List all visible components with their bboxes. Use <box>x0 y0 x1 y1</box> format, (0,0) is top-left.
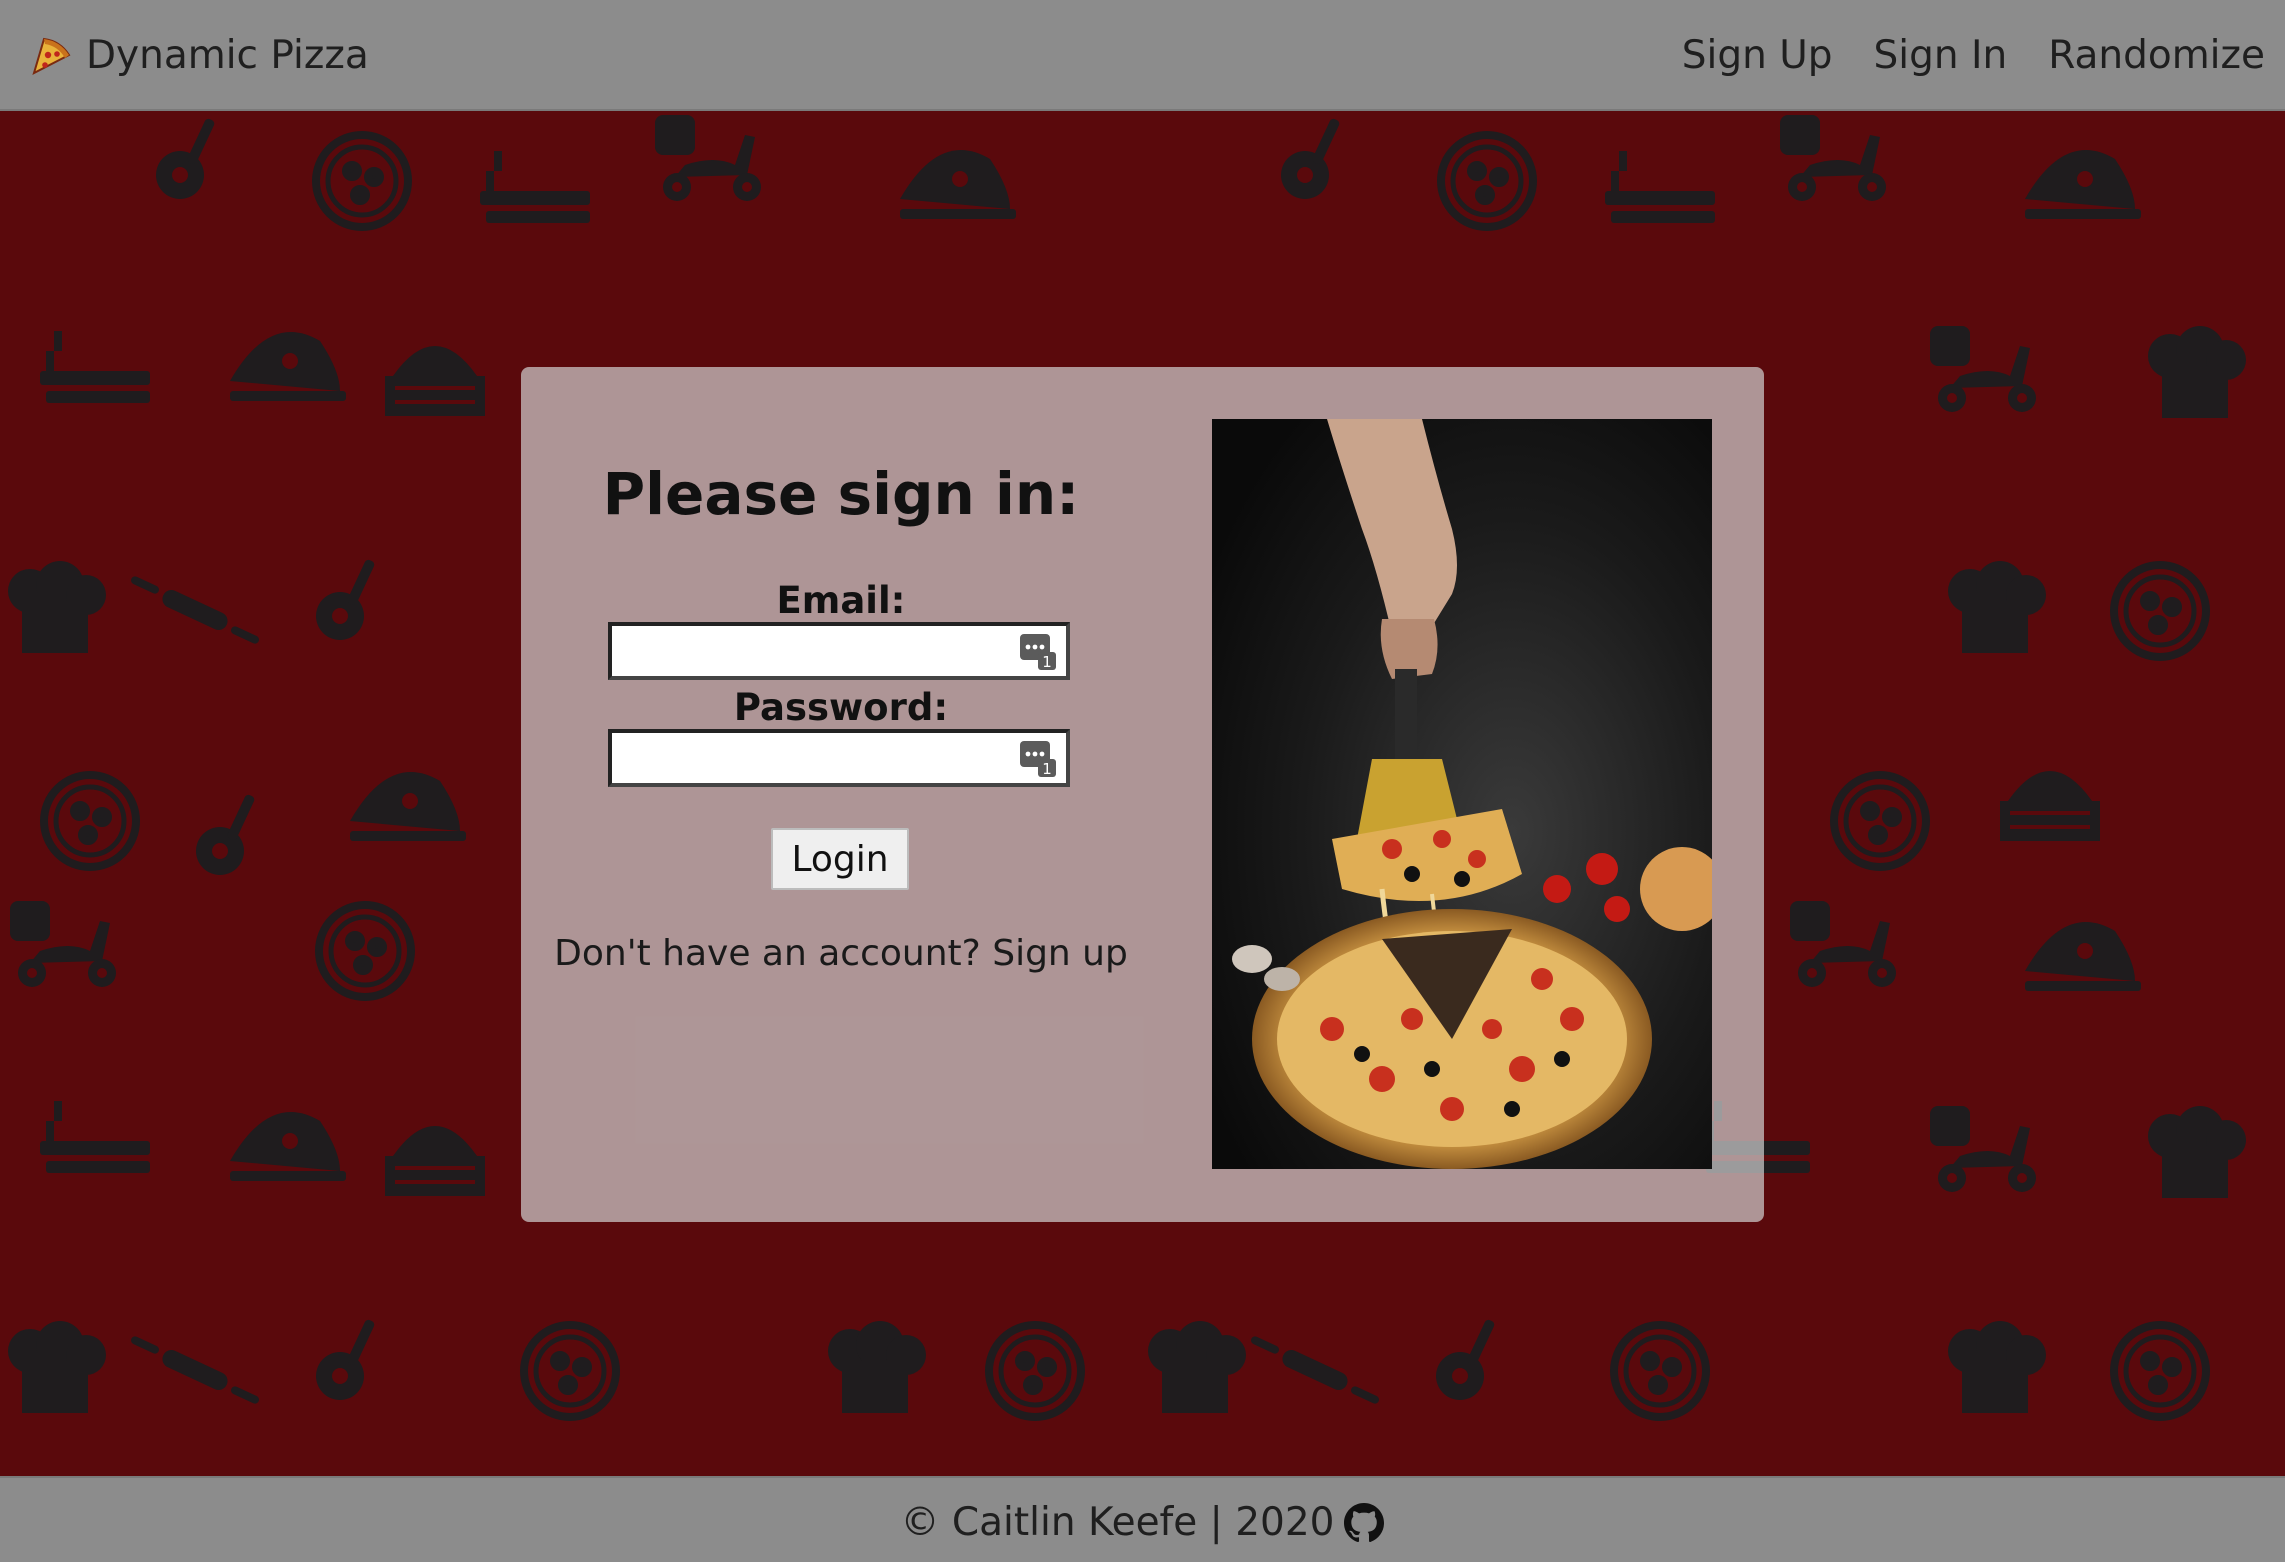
pizza-slice-icon <box>32 37 71 75</box>
navbar: Dynamic Pizza Sign Up Sign In Randomize <box>0 0 2285 111</box>
github-icon[interactable] <box>1344 1503 1385 1543</box>
password-manager-icon[interactable]: 1 <box>1018 632 1058 672</box>
email-label: Email: <box>776 579 906 622</box>
signup-link[interactable]: Sign up <box>992 933 1128 974</box>
password-label: Password: <box>733 686 949 729</box>
nav-links: Sign Up Sign In Randomize <box>1682 28 2265 84</box>
pattern-row-7 <box>8 1318 2206 1417</box>
footer-credit: © Caitlin Keefe | 2020 <box>900 1500 1335 1545</box>
password-input[interactable] <box>612 733 1066 783</box>
sign-in-heading: Please sign in: <box>602 460 1080 528</box>
brand-name: Dynamic Pizza <box>86 33 369 78</box>
nav-sign-up-link[interactable]: Sign Up <box>1682 28 1833 84</box>
brand-link[interactable]: Dynamic Pizza <box>30 28 369 84</box>
email-field-wrapper: 1 <box>608 622 1070 680</box>
password-field-wrapper: 1 <box>608 729 1070 787</box>
password-manager-icon[interactable]: 1 <box>1018 739 1058 779</box>
sign-in-card: Please sign in: Email: 1 Password: 1 Log… <box>521 367 1764 1222</box>
email-input[interactable] <box>612 626 1066 676</box>
svg-text:1: 1 <box>1042 760 1052 778</box>
svg-text:1: 1 <box>1042 653 1052 671</box>
footer: © Caitlin Keefe | 2020 <box>0 1476 2285 1562</box>
sign-in-form: Please sign in: Email: 1 Password: 1 Log… <box>521 367 1161 1222</box>
signup-prompt: Don't have an account? Sign up <box>521 932 1161 976</box>
nav-randomize-link[interactable]: Randomize <box>2048 28 2265 84</box>
login-button[interactable]: Login <box>771 828 909 890</box>
pattern-row-1 <box>156 115 2141 227</box>
nav-sign-in-link[interactable]: Sign In <box>1874 28 2008 84</box>
pizza-photo <box>1212 419 1712 1169</box>
signup-prompt-text: Don't have an account? <box>554 933 981 974</box>
